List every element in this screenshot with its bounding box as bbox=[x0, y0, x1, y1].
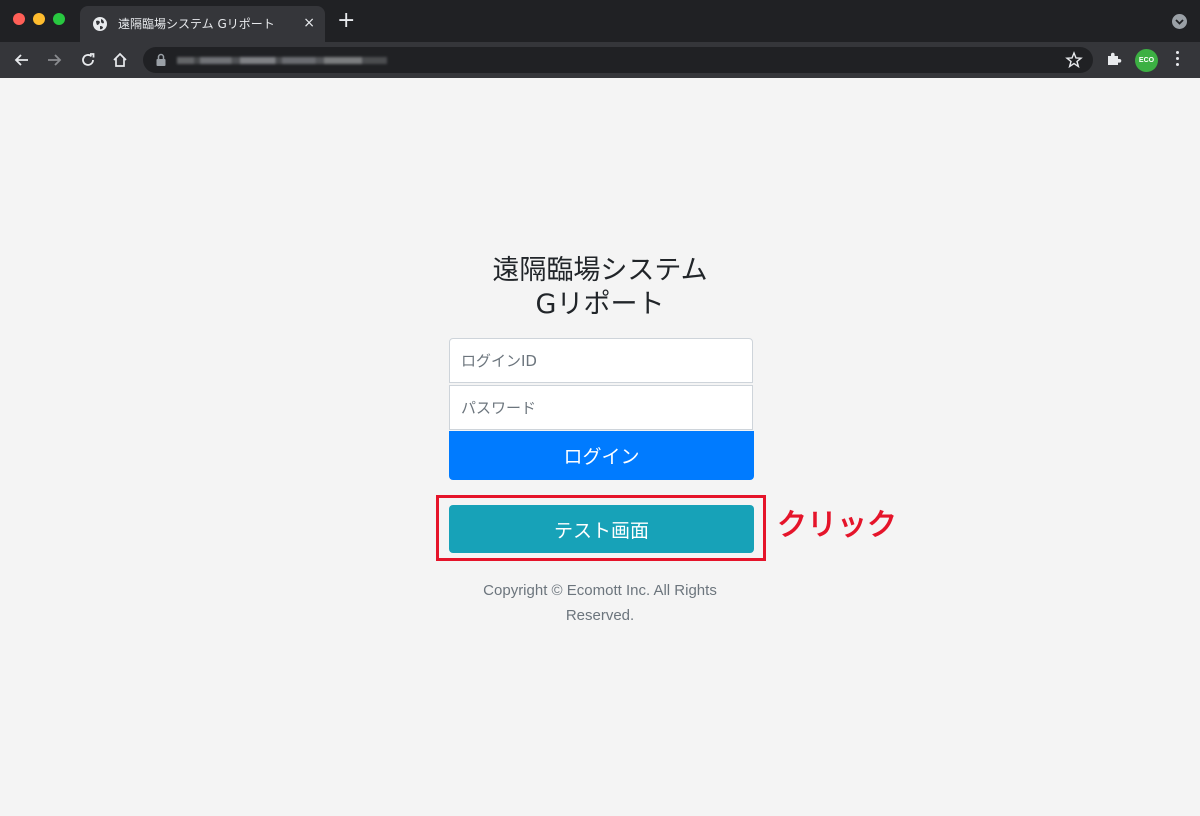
title-line-1: 遠隔臨場システム bbox=[492, 255, 708, 286]
globe-icon bbox=[93, 17, 107, 31]
lock-icon bbox=[156, 53, 166, 66]
back-arrow-icon[interactable] bbox=[12, 50, 32, 70]
minimize-window-button[interactable] bbox=[33, 13, 45, 25]
tab-close-icon[interactable]: × bbox=[303, 14, 315, 32]
password-input[interactable] bbox=[449, 385, 753, 430]
page-title: 遠隔臨場システム Gリポート bbox=[400, 254, 800, 322]
test-screen-button[interactable]: テスト画面 bbox=[449, 505, 754, 553]
title-line-2: Gリポート bbox=[535, 289, 665, 320]
address-bar[interactable] bbox=[143, 47, 1093, 73]
tab-search-icon[interactable] bbox=[1172, 14, 1187, 29]
new-tab-button[interactable]: + bbox=[337, 10, 355, 32]
close-window-button[interactable] bbox=[13, 13, 25, 25]
login-id-input[interactable] bbox=[449, 338, 753, 383]
reload-icon[interactable] bbox=[78, 50, 98, 70]
click-annotation: クリック bbox=[777, 508, 897, 543]
browser-menu-icon[interactable] bbox=[1174, 51, 1180, 69]
browser-tab-bar: 遠隔臨場システム Gリポート × + bbox=[0, 0, 1200, 42]
copyright-text: Copyright © Ecomott Inc. All Rights Rese… bbox=[483, 582, 717, 624]
bookmark-star-icon[interactable] bbox=[1065, 51, 1083, 69]
puzzle-extensions-icon[interactable] bbox=[1105, 50, 1123, 68]
maximize-window-button[interactable] bbox=[53, 13, 65, 25]
browser-toolbar bbox=[0, 42, 1200, 78]
blurred-url bbox=[177, 57, 387, 64]
eco-extension-icon[interactable]: ECO bbox=[1135, 49, 1158, 72]
tab-title: 遠隔臨場システム Gリポート bbox=[118, 17, 275, 31]
home-icon[interactable] bbox=[110, 50, 130, 70]
login-button[interactable]: ログイン bbox=[449, 431, 754, 480]
browser-tab[interactable]: 遠隔臨場システム Gリポート × bbox=[80, 6, 325, 42]
forward-arrow-icon[interactable] bbox=[44, 50, 64, 70]
